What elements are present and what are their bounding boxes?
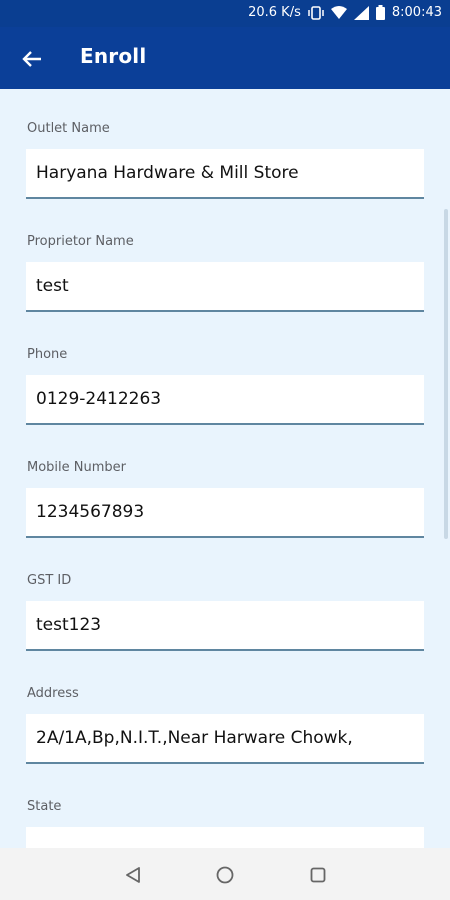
address-label: Address [27,686,79,701]
address-value: 2A/1A,Bp,N.I.T.,Near Harware Chowk, [36,728,353,748]
proprietor-name-input[interactable]: test [26,262,424,312]
clock: 8:00:43 [391,5,442,20]
app-bar: Enroll [0,27,450,89]
proprietor-name-value: test [36,276,69,296]
signal-icon [353,5,369,20]
home-circle-icon[interactable] [214,864,236,886]
outlet-name-value: Haryana Hardware & Mill Store [36,163,299,183]
battery-icon [375,5,385,20]
address-input[interactable]: 2A/1A,Bp,N.I.T.,Near Harware Chowk, [26,714,424,764]
outlet-name-label: Outlet Name [27,121,110,136]
back-triangle-icon[interactable] [122,864,144,886]
net-speed: 20.6 K/s [248,5,301,20]
phone-value: 0129-2412263 [36,389,162,409]
scrollbar[interactable] [444,209,448,539]
recents-square-icon[interactable] [307,864,329,886]
page-title: Enroll [80,44,147,68]
wifi-icon [330,6,347,19]
mobile-number-input[interactable]: 1234567893 [26,488,424,538]
vibrate-icon [308,5,324,20]
system-nav-bar [0,848,450,900]
enroll-form: Outlet Name Haryana Hardware & Mill Stor… [0,89,450,848]
gst-id-label: GST ID [27,573,72,588]
outlet-name-input[interactable]: Haryana Hardware & Mill Store [26,149,424,199]
phone-input[interactable]: 0129-2412263 [26,375,424,425]
gst-id-value: test123 [36,615,102,635]
gst-id-input[interactable]: test123 [26,601,424,651]
mobile-number-label: Mobile Number [27,460,126,475]
arrow-back-icon[interactable] [18,45,46,73]
proprietor-name-label: Proprietor Name [27,234,134,249]
mobile-number-value: 1234567893 [36,502,145,522]
phone-label: Phone [27,347,68,362]
state-input[interactable] [26,827,424,848]
state-label: State [27,799,62,814]
status-bar: 20.6 K/s 8:00:43 [0,0,450,27]
